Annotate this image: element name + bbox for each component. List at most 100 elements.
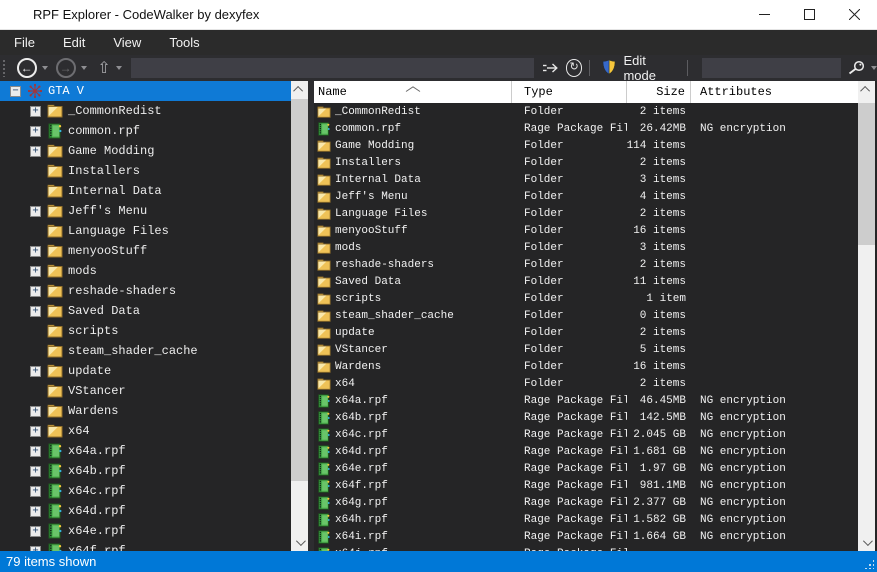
expand-toggle[interactable]: +: [30, 486, 41, 497]
scroll-down-button[interactable]: [291, 534, 308, 551]
tree-item[interactable]: +mods: [0, 261, 291, 281]
collapse-toggle[interactable]: −: [10, 86, 21, 97]
toolbar-grip[interactable]: [2, 59, 7, 77]
table-row[interactable]: Jeff's MenuFolder4 items: [314, 188, 858, 205]
tree-item[interactable]: +_CommonRedist: [0, 101, 291, 121]
up-button[interactable]: ⇧: [97, 58, 112, 78]
menu-view[interactable]: View: [99, 30, 155, 55]
tree-scrollbar[interactable]: [291, 81, 308, 551]
expand-toggle[interactable]: +: [30, 446, 41, 457]
minimize-button[interactable]: [742, 0, 787, 29]
back-dropdown-icon[interactable]: [42, 66, 48, 70]
tree-item[interactable]: Language Files: [0, 221, 291, 241]
table-row[interactable]: x64c.rpfRage Package File2.045 GBNG encr…: [314, 426, 858, 443]
table-row[interactable]: x64b.rpfRage Package File142.5MBNG encry…: [314, 409, 858, 426]
table-row[interactable]: Language FilesFolder2 items: [314, 205, 858, 222]
table-row[interactable]: x64h.rpfRage Package File1.582 GBNG encr…: [314, 511, 858, 528]
expand-toggle[interactable]: +: [30, 506, 41, 517]
table-row[interactable]: common.rpfRage Package File26.42MBNG enc…: [314, 120, 858, 137]
tree-item[interactable]: steam_shader_cache: [0, 341, 291, 361]
expand-toggle[interactable]: +: [30, 106, 41, 117]
tree-item[interactable]: +x64b.rpf: [0, 461, 291, 481]
scroll-down-button[interactable]: [858, 534, 875, 551]
table-row[interactable]: x64e.rpfRage Package File1.97 GBNG encry…: [314, 460, 858, 477]
table-row[interactable]: Saved DataFolder11 items: [314, 273, 858, 290]
tree-item[interactable]: +Wardens: [0, 401, 291, 421]
expand-toggle[interactable]: +: [30, 146, 41, 157]
close-button[interactable]: [832, 0, 877, 29]
expand-toggle[interactable]: +: [30, 526, 41, 537]
table-row[interactable]: menyooStuffFolder16 items: [314, 222, 858, 239]
back-button[interactable]: ←: [17, 58, 37, 78]
scroll-thumb[interactable]: [291, 99, 308, 481]
table-row[interactable]: InstallersFolder2 items: [314, 154, 858, 171]
list-scrollbar[interactable]: [858, 81, 875, 551]
table-row[interactable]: x64f.rpfRage Package File981.1MBNG encry…: [314, 477, 858, 494]
expand-toggle[interactable]: +: [30, 206, 41, 217]
table-row[interactable]: x64g.rpfRage Package File2.377 GBNG encr…: [314, 494, 858, 511]
scroll-up-button[interactable]: [291, 81, 308, 98]
refresh-icon[interactable]: ↻: [566, 59, 583, 77]
expand-toggle[interactable]: +: [30, 426, 41, 437]
expand-toggle[interactable]: +: [30, 466, 41, 477]
expand-toggle[interactable]: +: [30, 406, 41, 417]
tree-item[interactable]: VStancer: [0, 381, 291, 401]
column-header-size[interactable]: Size: [627, 81, 691, 103]
tree-item[interactable]: +Game Modding: [0, 141, 291, 161]
tree-item[interactable]: Installers: [0, 161, 291, 181]
tree-item[interactable]: +x64: [0, 421, 291, 441]
tree-item[interactable]: scripts: [0, 321, 291, 341]
menu-file[interactable]: File: [0, 30, 49, 55]
scroll-up-button[interactable]: [858, 81, 875, 98]
tree-item[interactable]: +reshade-shaders: [0, 281, 291, 301]
tree-item[interactable]: +x64c.rpf: [0, 481, 291, 501]
address-input[interactable]: [131, 58, 533, 78]
tree-item[interactable]: +x64d.rpf: [0, 501, 291, 521]
up-dropdown-icon[interactable]: [116, 66, 122, 70]
table-row[interactable]: VStancerFolder5 items: [314, 341, 858, 358]
resize-grip[interactable]: [864, 559, 874, 569]
tree-item[interactable]: +Saved Data: [0, 301, 291, 321]
tree-item[interactable]: Internal Data: [0, 181, 291, 201]
menu-edit[interactable]: Edit: [49, 30, 99, 55]
table-row[interactable]: x64Folder2 items: [314, 375, 858, 392]
table-row[interactable]: x64i.rpfRage Package File1.664 GBNG encr…: [314, 528, 858, 545]
table-row[interactable]: Game ModdingFolder114 items: [314, 137, 858, 154]
table-row[interactable]: Internal DataFolder3 items: [314, 171, 858, 188]
search-input[interactable]: [702, 58, 841, 78]
column-header-attributes[interactable]: Attributes: [691, 81, 858, 103]
menu-tools[interactable]: Tools: [155, 30, 213, 55]
forward-dropdown-icon[interactable]: [81, 66, 87, 70]
tree-item[interactable]: +Jeff's Menu: [0, 201, 291, 221]
table-row[interactable]: x64a.rpfRage Package File46.45MBNG encry…: [314, 392, 858, 409]
search-icon[interactable]: [847, 60, 866, 76]
expand-toggle[interactable]: +: [30, 126, 41, 137]
tree-item[interactable]: +update: [0, 361, 291, 381]
tree-item[interactable]: +menyooStuff: [0, 241, 291, 261]
table-row[interactable]: x64d.rpfRage Package File1.681 GBNG encr…: [314, 443, 858, 460]
tree-item[interactable]: −GTA V: [0, 81, 291, 101]
maximize-button[interactable]: [787, 0, 832, 29]
tree-item[interactable]: +common.rpf: [0, 121, 291, 141]
expand-toggle[interactable]: +: [30, 246, 41, 257]
expand-toggle[interactable]: +: [30, 266, 41, 277]
table-row[interactable]: scriptsFolder1 item: [314, 290, 858, 307]
go-arrow-icon[interactable]: [542, 61, 559, 75]
forward-button[interactable]: →: [56, 58, 76, 78]
expand-toggle[interactable]: +: [30, 306, 41, 317]
scroll-thumb[interactable]: [858, 103, 875, 245]
table-row[interactable]: _CommonRedistFolder2 items: [314, 103, 858, 120]
table-row[interactable]: WardensFolder16 items: [314, 358, 858, 375]
table-row[interactable]: updateFolder2 items: [314, 324, 858, 341]
expand-toggle[interactable]: +: [30, 286, 41, 297]
edit-mode-button[interactable]: Edit mode: [597, 51, 680, 85]
tree-item[interactable]: +x64f.rpf: [0, 541, 291, 551]
expand-toggle[interactable]: +: [30, 366, 41, 377]
search-dropdown-icon[interactable]: [871, 66, 877, 70]
table-row[interactable]: modsFolder3 items: [314, 239, 858, 256]
table-row[interactable]: steam_shader_cacheFolder0 items: [314, 307, 858, 324]
column-header-type[interactable]: Type: [512, 81, 627, 103]
table-row[interactable]: reshade-shadersFolder2 items: [314, 256, 858, 273]
tree-item[interactable]: +x64e.rpf: [0, 521, 291, 541]
tree-item[interactable]: +x64a.rpf: [0, 441, 291, 461]
